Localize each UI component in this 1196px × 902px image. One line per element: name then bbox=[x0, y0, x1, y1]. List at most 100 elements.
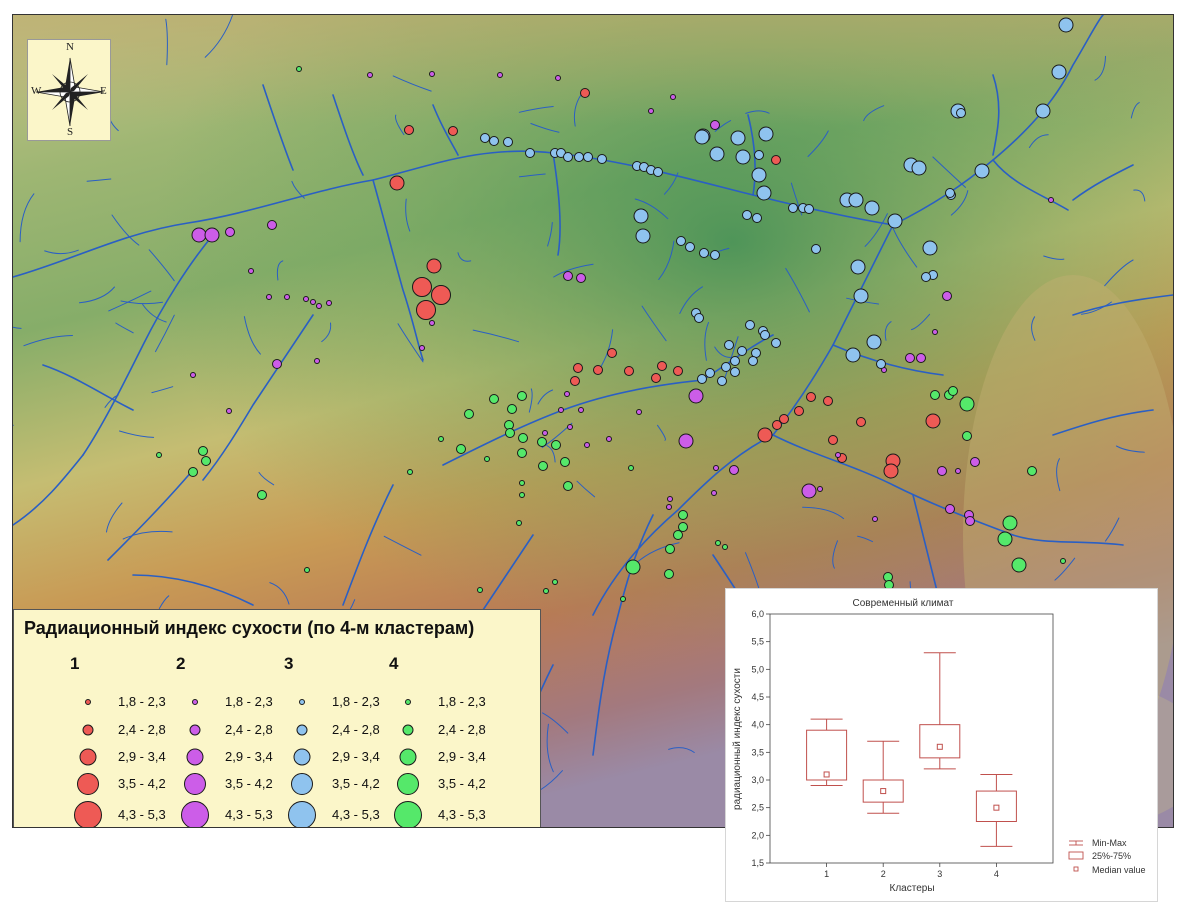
legend-symbol-cluster-2-size-5 bbox=[182, 802, 209, 829]
cluster-4-station-point bbox=[439, 437, 444, 442]
y-axis-label: радиационный индекс сухости bbox=[732, 668, 743, 810]
cluster-2-station-point bbox=[906, 354, 915, 363]
cluster-4-station-point bbox=[485, 457, 490, 462]
cluster-2-station-point bbox=[971, 458, 980, 467]
cluster-2-station-point bbox=[689, 389, 703, 403]
cluster-3-station-point bbox=[706, 369, 715, 378]
cluster-4-station-point bbox=[202, 457, 211, 466]
cluster-3-station-point bbox=[772, 339, 781, 348]
legend-symbol-cluster-1-size-3 bbox=[80, 749, 96, 765]
cluster-3-station-point bbox=[752, 168, 766, 182]
cluster-4-station-point bbox=[508, 405, 517, 414]
legend-range-label: 2,4 - 2,8 bbox=[438, 722, 486, 737]
cluster-2-station-point bbox=[565, 392, 570, 397]
cluster-4-station-point bbox=[465, 410, 474, 419]
cluster-3-station-point bbox=[789, 204, 798, 213]
cluster-4-station-point bbox=[297, 67, 302, 72]
cluster-1-station-point bbox=[758, 428, 772, 442]
cluster-3-station-point bbox=[865, 201, 879, 215]
cluster-3-station-point bbox=[759, 127, 773, 141]
cluster-2-station-point bbox=[249, 269, 254, 274]
cluster-3-station-point bbox=[922, 273, 931, 282]
cluster-2-station-point bbox=[818, 487, 823, 492]
cluster-3-station-point bbox=[888, 214, 902, 228]
cluster-3-station-point bbox=[975, 164, 989, 178]
legend-median-label: Median value bbox=[1092, 865, 1146, 875]
cluster-3-station-point bbox=[957, 109, 966, 118]
cluster-2-station-point bbox=[556, 76, 561, 81]
legend-symbols bbox=[14, 610, 540, 828]
cluster-2-station-point bbox=[430, 321, 435, 326]
cluster-3-station-point bbox=[490, 137, 499, 146]
cluster-4-station-point bbox=[478, 588, 483, 593]
cluster-3-station-point bbox=[636, 229, 650, 243]
cluster-2-station-point bbox=[637, 410, 642, 415]
cluster-1-station-point bbox=[807, 393, 816, 402]
cluster-2-station-point bbox=[607, 437, 612, 442]
cluster-4-station-point bbox=[960, 397, 974, 411]
legend-range-label: 2,4 - 2,8 bbox=[118, 722, 166, 737]
y-tick-label: 5,5 bbox=[751, 637, 764, 647]
cluster-4-station-point bbox=[538, 438, 547, 447]
cluster-3-station-point bbox=[749, 357, 758, 366]
legend-range-label: 2,9 - 3,4 bbox=[332, 749, 380, 764]
cluster-2-station-point bbox=[498, 73, 503, 78]
cluster-4-station-point bbox=[666, 545, 675, 554]
cluster-3-station-point bbox=[481, 134, 490, 143]
cluster-4-station-point bbox=[931, 391, 940, 400]
cluster-2-station-point bbox=[559, 408, 564, 413]
cluster-3-station-point bbox=[731, 357, 740, 366]
legend-symbol-cluster-4-size-5 bbox=[395, 802, 422, 829]
y-tick-label: 2,0 bbox=[751, 830, 764, 840]
legend-symbol-cluster-4-size-3 bbox=[400, 749, 416, 765]
cluster-1-station-point bbox=[625, 367, 634, 376]
cluster-3-station-point bbox=[504, 138, 513, 147]
legend-range-label: 2,4 - 2,8 bbox=[332, 722, 380, 737]
cluster-3-station-point bbox=[1059, 18, 1073, 32]
cluster-2-station-point bbox=[191, 373, 196, 378]
legend-symbol-cluster-2-size-2 bbox=[190, 725, 200, 735]
cluster-2-station-point bbox=[712, 491, 717, 496]
cluster-1-station-point bbox=[674, 367, 683, 376]
compass-north-label: N bbox=[66, 41, 74, 53]
cluster-2-station-point bbox=[267, 295, 272, 300]
compass-rose: N S E W bbox=[27, 39, 111, 141]
cluster-3-station-point bbox=[695, 130, 709, 144]
cluster-4-station-point bbox=[305, 568, 310, 573]
y-tick-label: 1,5 bbox=[751, 858, 764, 868]
cluster-4-station-point bbox=[552, 441, 561, 450]
legend-symbol-cluster-4-size-1 bbox=[406, 700, 411, 705]
legend-range-label: 4,3 - 5,3 bbox=[332, 807, 380, 822]
cluster-2-station-point bbox=[667, 505, 672, 510]
legend-range-label: 1,8 - 2,3 bbox=[118, 694, 166, 709]
cluster-2-station-point bbox=[285, 295, 290, 300]
cluster-2-station-point bbox=[205, 228, 219, 242]
cluster-2-station-point bbox=[268, 221, 277, 230]
cluster-3-station-point bbox=[761, 331, 770, 340]
cluster-1-station-point bbox=[857, 418, 866, 427]
legend-symbol-cluster-3-size-3 bbox=[294, 749, 310, 765]
cluster-3-station-point bbox=[677, 237, 686, 246]
cluster-4-station-point bbox=[553, 580, 558, 585]
x-tick-label: 3 bbox=[937, 869, 942, 879]
cluster-1-station-point bbox=[780, 415, 789, 424]
cluster-4-station-point bbox=[189, 468, 198, 477]
cluster-3-station-point bbox=[738, 347, 747, 356]
legend-median-symbol bbox=[1074, 867, 1078, 871]
cluster-1-station-point bbox=[795, 407, 804, 416]
cluster-3-station-point bbox=[584, 153, 593, 162]
cluster-3-station-point bbox=[812, 245, 821, 254]
cluster-2-station-point bbox=[227, 409, 232, 414]
cluster-3-station-point bbox=[753, 214, 762, 223]
y-tick-label: 6,0 bbox=[751, 609, 764, 619]
cluster-1-station-point bbox=[652, 374, 661, 383]
cluster-3-station-point bbox=[526, 149, 535, 158]
quartile-box bbox=[863, 780, 903, 802]
cluster-3-station-point bbox=[731, 131, 745, 145]
legend-range-label: 3,5 - 4,2 bbox=[332, 776, 380, 791]
legend-range-label: 2,9 - 3,4 bbox=[225, 749, 273, 764]
cluster-2-station-point bbox=[568, 425, 573, 430]
cluster-3-station-point bbox=[736, 150, 750, 164]
cluster-2-station-point bbox=[543, 431, 548, 436]
legend-range-label: 4,3 - 5,3 bbox=[225, 807, 273, 822]
